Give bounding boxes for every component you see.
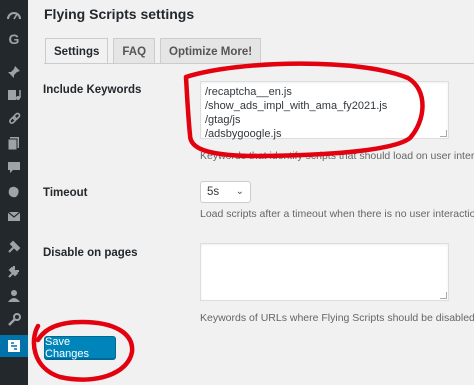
links-icon[interactable] (5, 110, 23, 128)
include-keywords-description: Keywords that identify scripts that shou… (200, 150, 474, 162)
keyword-line: /recaptcha__en.js (205, 86, 292, 98)
resize-handle[interactable] (440, 130, 447, 137)
chevron-down-icon: ⌄ (235, 186, 244, 197)
timeout-select[interactable]: 5s ⌄ (200, 181, 251, 203)
include-keywords-textarea[interactable]: /recaptcha__en.js /show_ads_impl_with_am… (200, 81, 449, 140)
timeout-description: Load scripts after a timeout when there … (200, 208, 474, 220)
pin-icon[interactable] (5, 63, 23, 81)
admin-sidebar: G (0, 0, 28, 385)
tab-faq[interactable]: FAQ (113, 38, 156, 64)
appearance-icon[interactable] (5, 183, 23, 201)
pages-icon[interactable] (5, 134, 23, 152)
tab-divider (44, 63, 474, 64)
tab-optimize-more[interactable]: Optimize More! (160, 38, 262, 64)
timeout-label: Timeout (43, 187, 88, 199)
disable-on-pages-label: Disable on pages (43, 247, 138, 259)
save-changes-button[interactable]: Save Changes (44, 336, 116, 360)
tab-bar: Settings FAQ Optimize More! (45, 38, 262, 64)
keyword-line: /gtag/js (205, 114, 241, 126)
settings-icon[interactable] (5, 337, 23, 355)
plugins-icon[interactable] (5, 262, 23, 280)
google-icon[interactable]: G (5, 30, 23, 48)
media-icon[interactable] (5, 86, 23, 104)
wrench-icon[interactable] (5, 311, 23, 329)
include-keywords-label: Include Keywords (43, 84, 142, 96)
users-icon[interactable] (5, 287, 23, 305)
resize-handle[interactable] (440, 292, 447, 299)
keyword-line: /adsbygoogle.js (205, 128, 282, 140)
tab-settings[interactable]: Settings (45, 38, 109, 64)
disable-on-pages-textarea[interactable] (200, 243, 449, 301)
page-title: Flying Scripts settings (44, 6, 195, 22)
dashboard-icon[interactable] (5, 7, 23, 25)
tools-icon[interactable] (5, 238, 23, 256)
email-icon[interactable] (5, 207, 23, 225)
settings-content: Flying Scripts settings Settings FAQ Opt… (28, 0, 474, 385)
keyword-line: /show_ads_impl_with_ama_fy2021.js (205, 100, 388, 112)
comments-icon[interactable] (5, 158, 23, 176)
timeout-value: 5s (207, 186, 220, 198)
disable-on-pages-description: Keywords of URLs where Flying Scripts sh… (200, 312, 474, 324)
